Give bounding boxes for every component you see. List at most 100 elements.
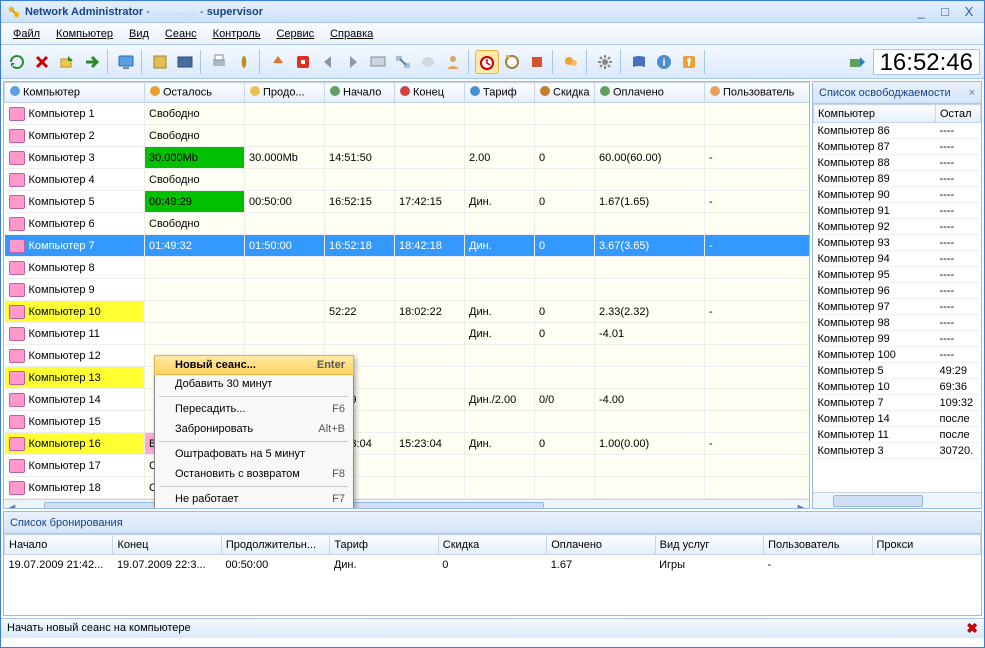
- grid-cell[interactable]: [595, 213, 705, 235]
- delete-icon[interactable]: [30, 50, 54, 74]
- grid-cell[interactable]: [535, 213, 595, 235]
- grid-cell[interactable]: [595, 125, 705, 147]
- menu-item[interactable]: Остановить с возвратомF8: [155, 464, 353, 484]
- grid-header[interactable]: Скидка: [535, 83, 595, 103]
- list-item[interactable]: Компьютер 97----: [814, 299, 981, 315]
- booking-header[interactable]: Пользователь: [764, 535, 872, 555]
- grid-cell[interactable]: [595, 279, 705, 301]
- grid-cell[interactable]: [535, 169, 595, 191]
- grid-cell[interactable]: [535, 455, 595, 477]
- grid-cell[interactable]: [465, 345, 535, 367]
- grid-cell[interactable]: [535, 125, 595, 147]
- grid-cell[interactable]: 0: [535, 147, 595, 169]
- grid-cell[interactable]: [535, 279, 595, 301]
- grid-cell[interactable]: 00:50:00: [245, 191, 325, 213]
- grid-cell[interactable]: [395, 103, 465, 125]
- grid-cell[interactable]: -: [705, 147, 811, 169]
- grid-header[interactable]: Конец: [395, 83, 465, 103]
- table-row[interactable]: Компьютер 701:49:3201:50:0016:52:1818:42…: [5, 235, 811, 257]
- grid-cell[interactable]: [395, 411, 465, 433]
- menu-item[interactable]: Новый сеанс...Enter: [154, 355, 354, 375]
- grid-cell[interactable]: [465, 103, 535, 125]
- up-icon[interactable]: [266, 50, 290, 74]
- schedule-icon[interactable]: [500, 50, 524, 74]
- grid-cell[interactable]: [705, 345, 811, 367]
- grid-cell[interactable]: [395, 367, 465, 389]
- chat-icon[interactable]: [559, 50, 583, 74]
- table-row[interactable]: Компьютер 12: [5, 345, 811, 367]
- tool-icon-1[interactable]: [148, 50, 172, 74]
- side-header[interactable]: Остал: [936, 105, 981, 123]
- grid-cell[interactable]: [245, 125, 325, 147]
- grid-cell[interactable]: 0/0: [535, 389, 595, 411]
- grid-cell[interactable]: [465, 411, 535, 433]
- grid-cell[interactable]: [595, 169, 705, 191]
- grid-cell[interactable]: [595, 455, 705, 477]
- list-item[interactable]: Компьютер 99----: [814, 331, 981, 347]
- grid-cell[interactable]: Компьютер 12: [5, 345, 145, 367]
- menu-service[interactable]: Сервис: [270, 26, 320, 42]
- grid-cell[interactable]: [245, 103, 325, 125]
- list-item[interactable]: Компьютер 91----: [814, 203, 981, 219]
- list-item[interactable]: Компьютер 11после: [814, 427, 981, 443]
- grid-cell[interactable]: Компьютер 15: [5, 411, 145, 433]
- grid-cell[interactable]: 18:42:18: [395, 235, 465, 257]
- grid-cell[interactable]: [705, 279, 811, 301]
- side-close-icon[interactable]: ×: [969, 87, 975, 99]
- grid-cell[interactable]: Компьютер 13: [5, 367, 145, 389]
- grid-cell[interactable]: 0: [535, 323, 595, 345]
- grid-cell[interactable]: 30.000Mb: [245, 147, 325, 169]
- link-icon[interactable]: [391, 50, 415, 74]
- grid-cell[interactable]: [395, 477, 465, 499]
- table-row[interactable]: Компьютер 2Свободно: [5, 125, 811, 147]
- table-row[interactable]: Компьютер 17Свободно: [5, 455, 811, 477]
- grid-cell[interactable]: Дин.: [465, 235, 535, 257]
- run-icon[interactable]: [845, 50, 869, 74]
- grid-cell[interactable]: 3.67(3.65): [595, 235, 705, 257]
- menu-computer[interactable]: Компьютер: [50, 26, 119, 42]
- table-row[interactable]: Компьютер 1Свободно: [5, 103, 811, 125]
- grid-cell[interactable]: Компьютер 10: [5, 301, 145, 323]
- grid-cell[interactable]: [325, 125, 395, 147]
- grid-cell[interactable]: [325, 279, 395, 301]
- grid-cell[interactable]: [145, 279, 245, 301]
- grid-cell[interactable]: 1.00(0.00): [595, 433, 705, 455]
- menu-file[interactable]: Файл: [7, 26, 46, 42]
- grid-cell[interactable]: [325, 169, 395, 191]
- speak-icon[interactable]: [416, 50, 440, 74]
- grid-cell[interactable]: Компьютер 18: [5, 477, 145, 499]
- booking-header[interactable]: Тариф: [330, 535, 438, 555]
- grid-cell[interactable]: [325, 257, 395, 279]
- table-row[interactable]: Компьютер 6Свободно: [5, 213, 811, 235]
- stop-icon[interactable]: [291, 50, 315, 74]
- menu-item[interactable]: Добавить 30 минут: [155, 374, 353, 394]
- list-item[interactable]: Компьютер 100----: [814, 347, 981, 363]
- grid-cell[interactable]: 14:51:50: [325, 147, 395, 169]
- grid-cell[interactable]: [595, 257, 705, 279]
- grid-cell[interactable]: [395, 389, 465, 411]
- grid-cell[interactable]: [245, 169, 325, 191]
- grid-cell[interactable]: 30.000Mb: [145, 147, 245, 169]
- list-item[interactable]: Компьютер 86----: [814, 123, 981, 139]
- grid-cell[interactable]: [705, 213, 811, 235]
- grid-cell[interactable]: Компьютер 1: [5, 103, 145, 125]
- grid-cell[interactable]: Дин.: [465, 191, 535, 213]
- scroll-left-icon[interactable]: ◄: [4, 500, 20, 509]
- booking-header[interactable]: Продолжительн...: [221, 535, 329, 555]
- grid-cell[interactable]: [705, 323, 811, 345]
- grid-cell[interactable]: [395, 279, 465, 301]
- list-item[interactable]: Компьютер 90----: [814, 187, 981, 203]
- grid-cell[interactable]: Дин./2.00: [465, 389, 535, 411]
- grid-cell[interactable]: [595, 367, 705, 389]
- grid-cell[interactable]: [465, 367, 535, 389]
- grid-cell[interactable]: Компьютер 2: [5, 125, 145, 147]
- grid-cell[interactable]: [465, 477, 535, 499]
- grid-header[interactable]: Тариф: [465, 83, 535, 103]
- grid-cell[interactable]: 01:50:00: [245, 235, 325, 257]
- grid-cell[interactable]: 2.00: [465, 147, 535, 169]
- table-row[interactable]: Компьютер 1052:2218:02:22Дин.02.33(2.32)…: [5, 301, 811, 323]
- grid-cell[interactable]: [705, 477, 811, 499]
- grid-cell[interactable]: 60.00(60.00): [595, 147, 705, 169]
- grid-cell[interactable]: 0: [535, 301, 595, 323]
- table-row[interactable]: 19.07.2009 21:42...19.07.2009 22:3...00:…: [5, 555, 981, 575]
